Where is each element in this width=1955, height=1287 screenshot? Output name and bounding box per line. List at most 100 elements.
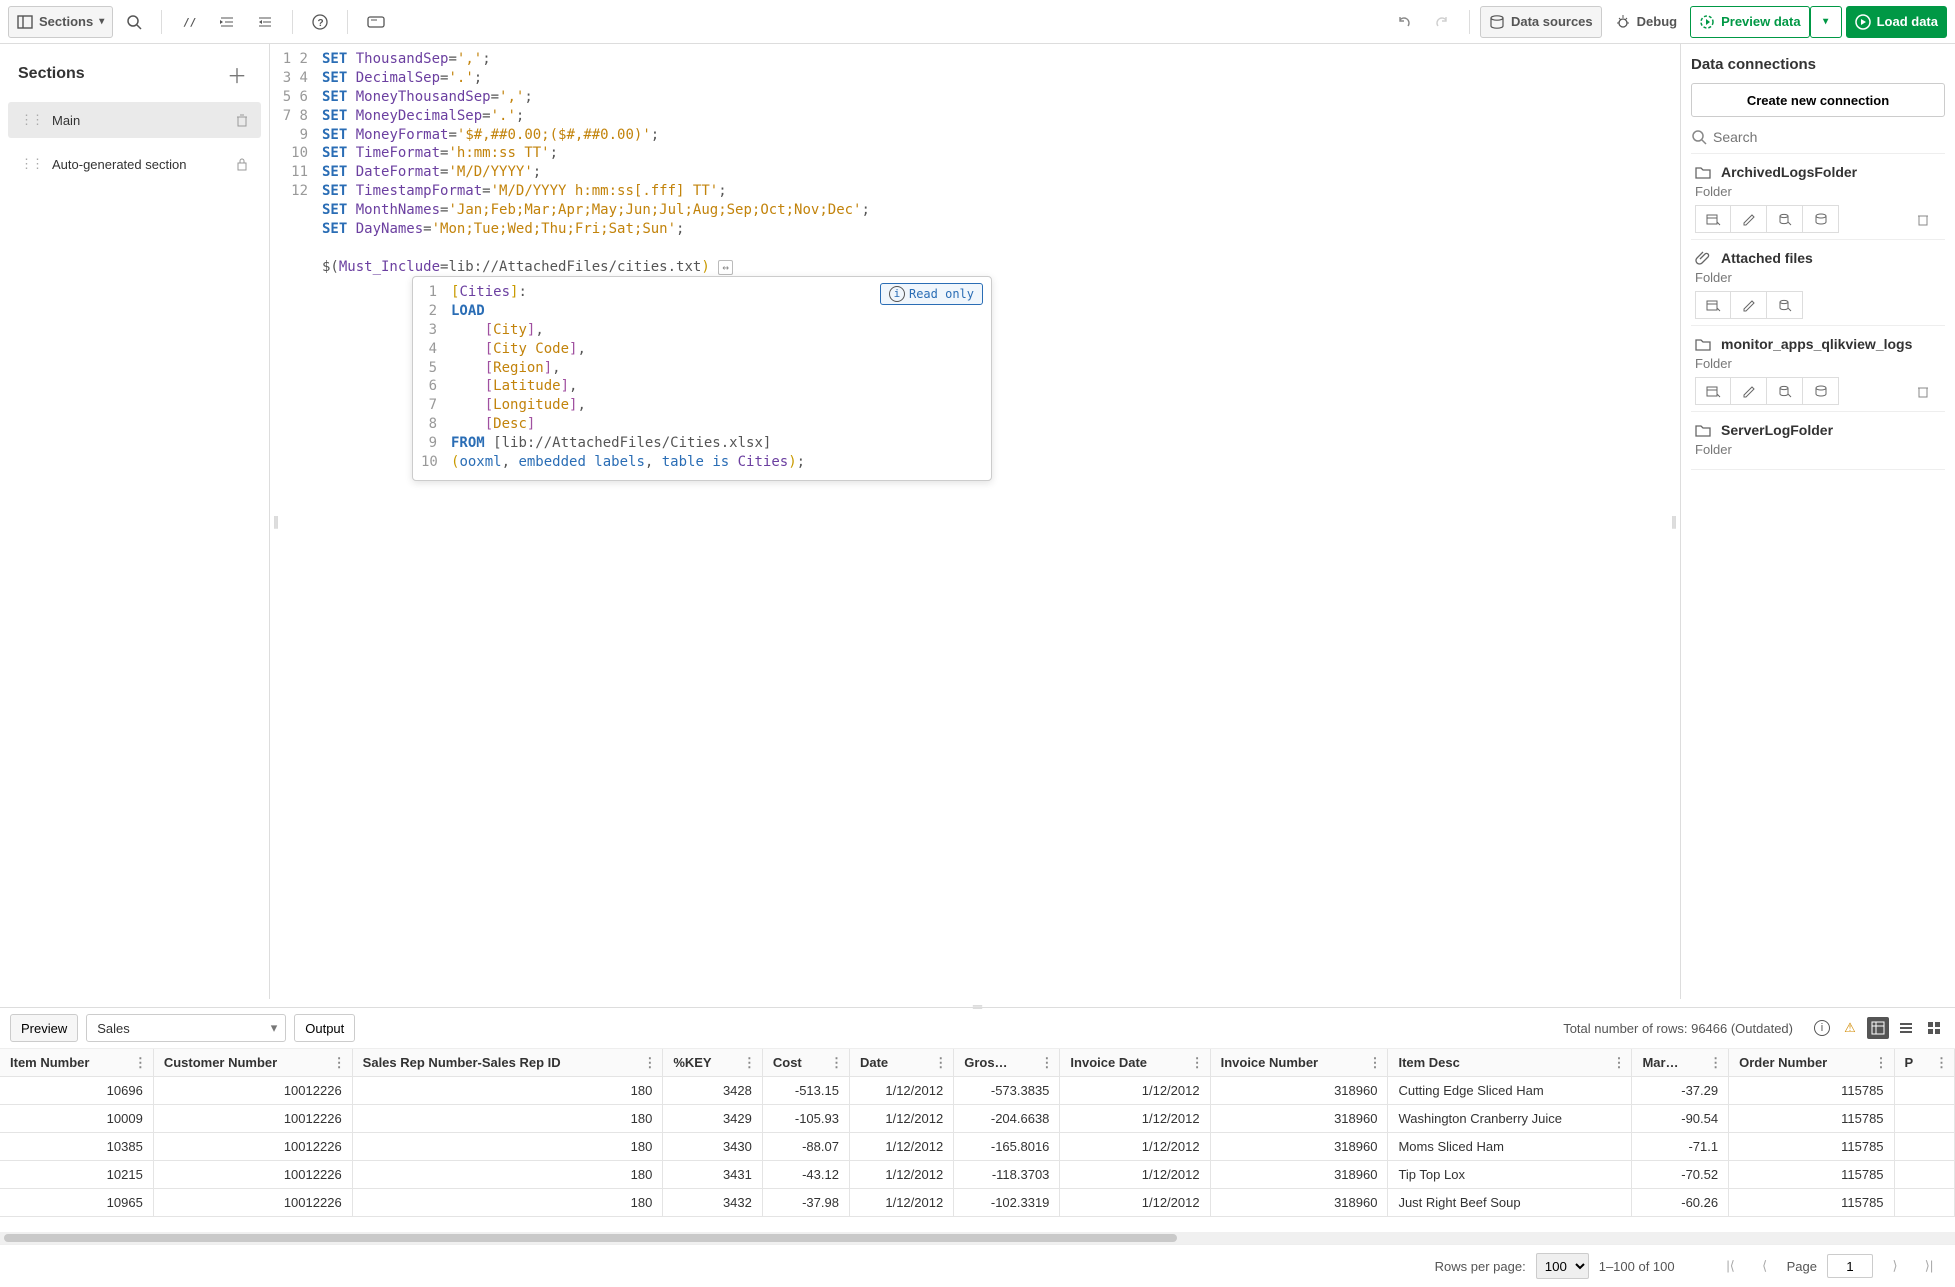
table-cell: -118.3703 [954,1161,1060,1189]
info-icon: i [889,286,905,302]
connection-action-button[interactable] [1695,205,1731,233]
column-header[interactable]: Date⋮ [849,1049,953,1077]
delete-section-button[interactable] [235,113,249,127]
column-menu-button[interactable]: ⋮ [1368,1055,1381,1071]
add-section-button[interactable]: ＋ [223,60,251,88]
column-header[interactable]: Order Number⋮ [1729,1049,1894,1077]
column-header[interactable]: Item Desc⋮ [1388,1049,1632,1077]
indent-icon [219,14,235,30]
table-cell: 3428 [663,1077,763,1105]
column-menu-button[interactable]: ⋮ [1040,1055,1053,1071]
rename-button[interactable] [358,6,394,38]
sections-sidebar: Sections ＋ ⋮⋮ Main ⋮⋮ Auto-generated sec… [0,44,270,999]
column-menu-button[interactable]: ⋮ [134,1055,147,1071]
column-menu-button[interactable]: ⋮ [934,1055,947,1071]
redo-button[interactable] [1425,6,1459,38]
column-menu-button[interactable]: ⋮ [333,1055,346,1071]
preview-data-button[interactable]: Preview data [1690,6,1810,38]
table-cell: Washington Cranberry Juice [1388,1105,1632,1133]
column-header[interactable]: Mar…⋮ [1632,1049,1729,1077]
last-page-button[interactable]: ⟩| [1917,1254,1941,1278]
connection-item[interactable]: monitor_apps_qlikview_logs Folder [1691,326,1945,412]
output-tab[interactable]: Output [294,1014,355,1042]
help-button[interactable]: ? [303,6,337,38]
column-menu-button[interactable]: ⋮ [1935,1055,1948,1071]
section-item-autogen[interactable]: ⋮⋮ Auto-generated section [8,146,261,182]
create-connection-button[interactable]: Create new connection [1691,83,1945,117]
horizontal-scrollbar[interactable] [0,1232,1955,1244]
outdent-button[interactable] [248,6,282,38]
undo-button[interactable] [1387,6,1421,38]
connection-item[interactable]: ServerLogFolder Folder [1691,412,1945,470]
preview-data-dropdown[interactable]: ▾ [1810,6,1842,38]
column-header[interactable]: P⋮ [1894,1049,1954,1077]
table-row[interactable]: 10385100122261803430-88.071/12/2012-165.… [0,1133,1955,1161]
comment-toggle-button[interactable]: // [172,6,206,38]
column-header[interactable]: Invoice Number⋮ [1210,1049,1388,1077]
column-header[interactable]: Cost⋮ [762,1049,849,1077]
connection-action-button[interactable] [1803,205,1839,233]
connection-action-button[interactable] [1731,291,1767,319]
column-header[interactable]: Item Number⋮ [0,1049,153,1077]
connection-item[interactable]: ArchivedLogsFolder Folder [1691,154,1945,240]
grip-icon: ⋮⋮ [20,112,42,128]
info-button[interactable]: i [1811,1017,1833,1039]
connection-search-input[interactable] [1713,129,1945,145]
rows-per-page-select[interactable]: 100 [1536,1253,1589,1279]
column-header[interactable]: Gros…⋮ [954,1049,1060,1077]
delete-connection-button[interactable] [1905,205,1941,233]
column-menu-button[interactable]: ⋮ [830,1055,843,1071]
debug-button[interactable]: Debug [1606,6,1686,38]
next-page-button[interactable]: ⟩ [1883,1254,1907,1278]
table-selector[interactable]: Sales [86,1014,286,1042]
preview-tab[interactable]: Preview [10,1014,78,1042]
column-header[interactable]: Customer Number⋮ [153,1049,352,1077]
preview-table: Item Number⋮Customer Number⋮Sales Rep Nu… [0,1049,1955,1217]
sections-toggle-button[interactable]: Sections ▾ [8,6,113,38]
prev-page-button[interactable]: ⟨ [1753,1254,1777,1278]
column-menu-button[interactable]: ⋮ [1875,1055,1888,1071]
readonly-badge: i Read only [880,283,983,305]
page-range: 1–100 of 100 [1599,1259,1675,1274]
svg-text:?: ? [318,18,324,29]
table-row[interactable]: 10215100122261803431-43.121/12/2012-118.… [0,1161,1955,1189]
script-editor[interactable]: 1 2 3 4 5 6 7 8 9 10 11 12 SET ThousandS… [282,44,1668,999]
view-grid-button[interactable] [1923,1017,1945,1039]
column-header[interactable]: %KEY⋮ [663,1049,763,1077]
column-header[interactable]: Sales Rep Number-Sales Rep ID⋮ [352,1049,663,1077]
table-row[interactable]: 10009100122261803429-105.931/12/2012-204… [0,1105,1955,1133]
connection-name: Attached files [1721,250,1813,266]
load-data-button[interactable]: Load data [1846,6,1947,38]
view-list-button[interactable] [1895,1017,1917,1039]
column-menu-button[interactable]: ⋮ [1612,1055,1625,1071]
indent-button[interactable] [210,6,244,38]
delete-connection-button[interactable] [1905,377,1941,405]
connection-action-button[interactable] [1695,377,1731,405]
connection-action-button[interactable] [1695,291,1731,319]
connection-action-button[interactable] [1767,205,1803,233]
connection-item[interactable]: Attached files Folder [1691,240,1945,326]
resize-handle-left[interactable]: ∥ [270,44,282,999]
search-button[interactable] [117,6,151,38]
first-page-button[interactable]: |⟨ [1719,1254,1743,1278]
table-row[interactable]: 10696100122261803428-513.151/12/2012-573… [0,1077,1955,1105]
column-menu-button[interactable]: ⋮ [1191,1055,1204,1071]
data-sources-button[interactable]: Data sources [1480,6,1602,38]
column-menu-button[interactable]: ⋮ [643,1055,656,1071]
table-row[interactable]: 10965100122261803432-37.981/12/2012-102.… [0,1189,1955,1217]
connection-action-button[interactable] [1731,205,1767,233]
section-item-main[interactable]: ⋮⋮ Main [8,102,261,138]
connection-action-button[interactable] [1731,377,1767,405]
vertical-resize-handle[interactable]: ═ [0,999,1955,1007]
page-input[interactable] [1827,1254,1873,1278]
connection-action-button[interactable] [1767,377,1803,405]
view-table-button[interactable] [1867,1017,1889,1039]
connection-action-button[interactable] [1803,377,1839,405]
warning-icon[interactable]: ⚠ [1839,1017,1861,1039]
column-header[interactable]: Invoice Date⋮ [1060,1049,1210,1077]
connection-action-button[interactable] [1767,291,1803,319]
include-preview-box: i Read only 1 2 3 4 5 6 7 8 9 10 [Cities… [412,276,992,481]
column-menu-button[interactable]: ⋮ [1709,1055,1722,1071]
column-menu-button[interactable]: ⋮ [743,1055,756,1071]
resize-handle-right[interactable]: ∥ [1668,44,1680,999]
